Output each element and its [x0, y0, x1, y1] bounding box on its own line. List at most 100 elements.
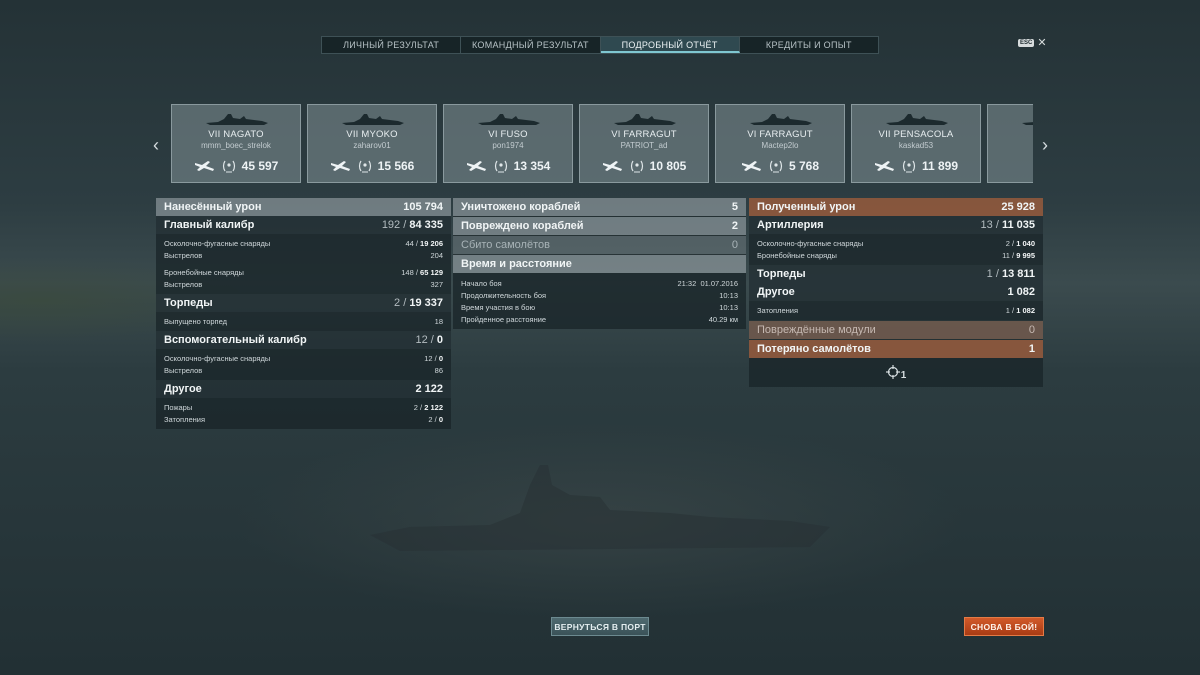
he-shells-values: 44 / 19 206 — [405, 238, 443, 248]
ship-silhouette-icon — [750, 114, 812, 125]
player-name: mmm_boec_strelok — [201, 141, 271, 150]
player-name: zaharov01 — [353, 141, 391, 150]
recv-torpedoes-label: Торпеды — [757, 268, 806, 280]
floods-hits: 2 — [428, 414, 433, 424]
battle-start-label: Начало боя — [461, 278, 502, 288]
ship-silhouette-icon — [342, 114, 404, 125]
he-shells-damage: 19 206 — [420, 238, 443, 248]
distance-value: 40.29 км — [708, 314, 738, 324]
other-value: 2 122 — [415, 383, 443, 395]
artillery-damage: 11 035 — [1001, 219, 1035, 231]
card-score: 45 597 — [241, 159, 279, 173]
separator: / — [400, 297, 410, 309]
he-shots-label: Выстрелов — [164, 250, 203, 260]
recv-ap-row: Бронебойные снаряды 11 / 9 995 — [749, 249, 1043, 261]
esc-close-button[interactable]: ESC ✕ — [1018, 38, 1047, 49]
ship-name: VI — [988, 129, 1033, 140]
ship-card[interactable]: VII PENSACOLA kaskad53 11 899 — [851, 104, 981, 183]
secondary-damage: 0 — [436, 334, 443, 346]
main-battery-values: 192 / 84 335 — [382, 219, 443, 231]
recv-floods-values: 1 / 1 082 — [1005, 305, 1035, 315]
ap-shells-hits: 148 — [401, 267, 414, 277]
chevron-right-icon[interactable]: › — [1037, 135, 1053, 156]
torps-launched-row: Выпущено торпед 18 — [156, 315, 451, 327]
participation-value: 10:13 — [719, 302, 738, 312]
ship-card[interactable]: VI FARRAGUT PATRIOT_ad 10 805 — [579, 104, 709, 183]
duration-row: Продолжительность боя 10:13 — [453, 289, 746, 301]
other-header: Другое 2 122 — [156, 380, 451, 398]
recv-floods-row: Затопления 1 / 1 082 — [749, 304, 1043, 316]
recv-floods-hits: 1 — [1005, 305, 1010, 315]
tab-credits-experience[interactable]: КРЕДИТЫ И ОПЫТ — [740, 37, 878, 53]
separator: / — [427, 334, 437, 346]
tab-personal-result[interactable]: ЛИЧНЫЙ РЕЗУЛЬТАТ — [322, 37, 462, 53]
damaged-label: Повреждено кораблей — [461, 220, 584, 232]
recv-torpedoes-header: Торпеды 1 / 13 811 — [749, 265, 1043, 283]
wreath-icon — [769, 160, 783, 173]
sec-shots-value: 86 — [434, 365, 443, 375]
ship-silhouette-icon — [1022, 122, 1033, 125]
torpedoes-values: 2 / 19 337 — [394, 297, 443, 309]
ship-card[interactable]: VI FARRAGUT Mactep2lo 5 768 — [715, 104, 845, 183]
planes-shot-label: Сбито самолётов — [461, 239, 550, 251]
recv-torpedoes-damage: 13 811 — [1001, 268, 1035, 280]
ship-silhouette-icon — [478, 114, 540, 125]
torpedoes-header: Торпеды 2 / 19 337 — [156, 294, 451, 312]
wreath-icon — [630, 160, 643, 173]
recv-ap-hits: 11 — [1002, 250, 1010, 260]
secondary-header: Вспомогательный калибр 12 / 0 — [156, 331, 451, 349]
tab-team-result[interactable]: КОМАНДНЫЙ РЕЗУЛЬТАТ — [461, 37, 601, 53]
return-to-port-button[interactable]: ВЕРНУТЬСЯ В ПОРТ — [551, 617, 649, 636]
damaged-row: Повреждено кораблей 2 — [453, 217, 746, 235]
fires-label: Пожары — [164, 402, 193, 412]
card-score: 11 899 — [921, 159, 959, 173]
chevron-left-icon[interactable]: ‹ — [148, 135, 164, 156]
tab-detailed-report[interactable]: ПОДРОБНЫЙ ОТЧЁТ — [600, 37, 740, 53]
ap-shells-damage: 65 129 — [420, 267, 443, 277]
ship-card[interactable]: VII MYOKO zaharov01 15 566 — [307, 104, 437, 183]
plane-icon — [741, 161, 761, 171]
fires-hits: 2 — [413, 402, 418, 412]
ship-card[interactable]: VI FUSO pon1974 13 354 — [443, 104, 573, 183]
damage-dealt-label: Нанесённый урон — [164, 201, 262, 213]
artillery-body: Осколочно-фугасные снаряды 2 / 1 040 Бро… — [749, 234, 1043, 265]
wreath-icon — [902, 160, 916, 173]
recv-other-body: Затопления 1 / 1 082 — [749, 301, 1043, 320]
sec-he-hits: 12 — [424, 353, 433, 363]
ap-shots-value: 327 — [430, 279, 443, 289]
player-name: pon1974 — [492, 141, 524, 150]
other-body: Пожары 2 / 2 122 Затопления 2 / 0 — [156, 398, 451, 429]
battle-start-row: Начало боя 21:32 01.07.2016 — [453, 277, 746, 289]
wreath-icon — [358, 160, 371, 173]
recv-torpedoes-values: 1 / 13 811 — [987, 268, 1035, 280]
artillery-label: Артиллерия — [757, 219, 824, 231]
ship-name: VII MYOKO — [346, 129, 398, 140]
ap-shells-values: 148 / 65 129 — [401, 267, 443, 277]
spotted-count: 1 — [900, 369, 907, 381]
torpedoes-label: Торпеды — [164, 297, 213, 309]
fires-values: 2 / 2 122 — [413, 402, 443, 412]
player-name: Mactep2lo — [761, 141, 799, 150]
ship-silhouette-icon — [886, 114, 948, 125]
torps-launched-label: Выпущено торпед — [164, 316, 227, 326]
recv-other-header: Другое 1 082 — [749, 283, 1043, 301]
main-battery-hits: 192 — [381, 219, 401, 231]
fires-row: Пожары 2 / 2 122 — [156, 401, 451, 413]
battle-summary-panel: Уничтожено кораблей 5 Повреждено корабле… — [453, 198, 746, 329]
battle-again-button[interactable]: СНОВА В БОЙ! — [964, 617, 1044, 636]
ship-silhouette-icon — [614, 114, 676, 125]
separator: / — [992, 219, 1002, 231]
card-score-row: 10 805 — [580, 159, 708, 173]
ship-card[interactable]: VII NAGATO mmm_boec_strelok 45 597 — [171, 104, 301, 183]
ship-card[interactable]: VI — [987, 104, 1033, 183]
card-score-row: 45 597 — [172, 159, 300, 173]
ap-shells-label: Бронебойные снаряды — [164, 267, 244, 277]
damage-dealt-value: 105 794 — [403, 201, 443, 213]
damaged-value: 2 — [731, 220, 738, 232]
torpedoes-damage: 19 337 — [409, 297, 443, 309]
artillery-hits: 13 — [980, 219, 993, 231]
sec-shots-label: Выстрелов — [164, 365, 203, 375]
damage-received-header: Полученный урон 25 928 — [749, 198, 1043, 216]
wreath-icon — [222, 160, 235, 173]
plane-icon — [602, 161, 622, 171]
